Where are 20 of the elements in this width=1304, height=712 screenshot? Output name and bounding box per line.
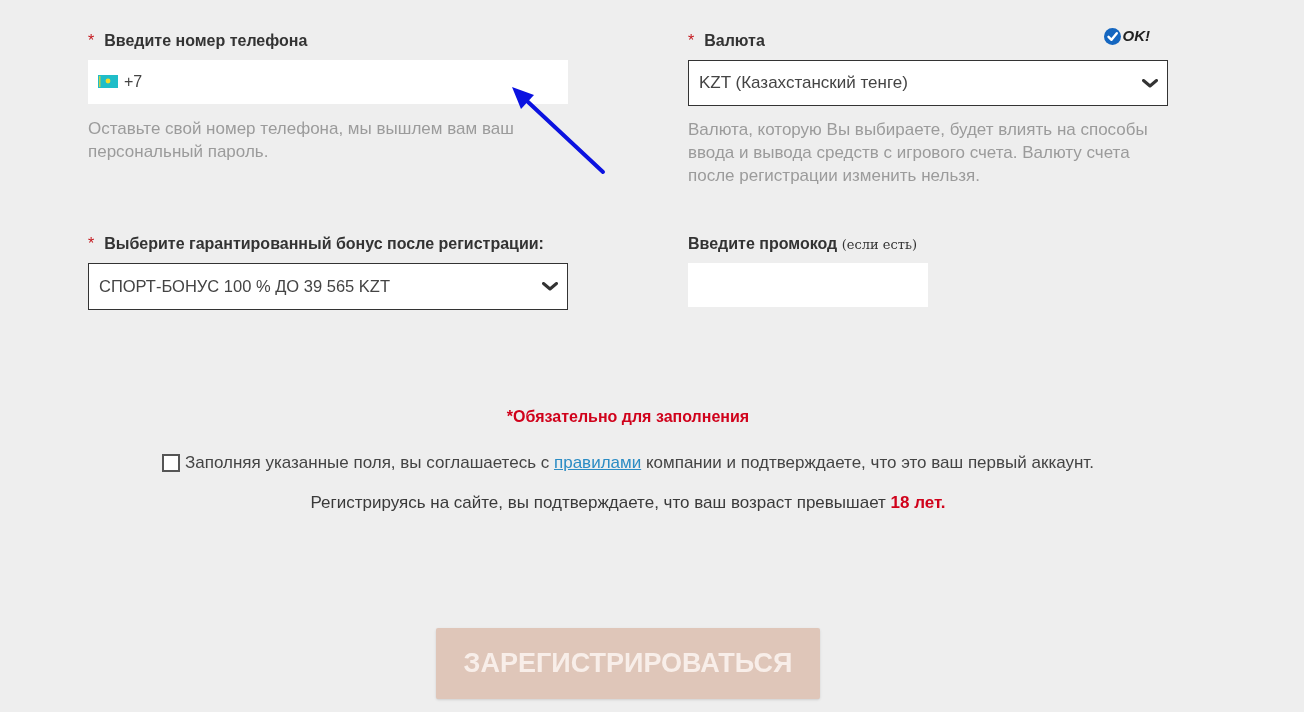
bonus-select[interactable]: СПОРТ-БОНУС 100 % ДО 39 565 KZT bbox=[88, 263, 568, 310]
flag-icon bbox=[98, 75, 118, 88]
currency-select[interactable]: KZT (Казахстанский тенге) bbox=[688, 60, 1168, 106]
phone-hint: Оставьте свой номер телефона, мы вышлем вам ваш персональный пароль. bbox=[88, 118, 515, 163]
phone-input[interactable]: +7 bbox=[88, 60, 568, 104]
agreement-text: Заполняя указанные поля, вы соглашаетесь с правилами компании и подтверждаете, что это ваш первый аккаунт. bbox=[185, 453, 1094, 473]
required-asterisk: * bbox=[88, 31, 95, 51]
required-asterisk: * bbox=[688, 31, 695, 51]
chevron-down-icon bbox=[542, 282, 558, 291]
phone-label: Введите номер телефона bbox=[104, 31, 308, 51]
chevron-down-icon bbox=[1142, 78, 1158, 88]
currency-label: Валюта bbox=[704, 31, 765, 51]
required-note: *Обязательно для заполнения bbox=[506, 407, 750, 427]
bonus-label: Выберите гарантированный бонус после регистрации: bbox=[104, 234, 544, 254]
required-asterisk: * bbox=[88, 234, 95, 254]
promo-label: Введите промокод (если есть) bbox=[688, 233, 918, 254]
status-text: OK! bbox=[1122, 27, 1150, 45]
checkbox[interactable] bbox=[162, 454, 180, 472]
currency-hint: Валюта, которую Вы выбираете, будет влиять на способы ввода и вывода средств с игрового счета. Валюту счета после регистрации изменить нельзя. bbox=[688, 119, 1149, 187]
age-notice: Регистрируясь на сайте, вы подтверждаете, что ваш возраст превышает 18 лет. bbox=[310, 493, 946, 513]
